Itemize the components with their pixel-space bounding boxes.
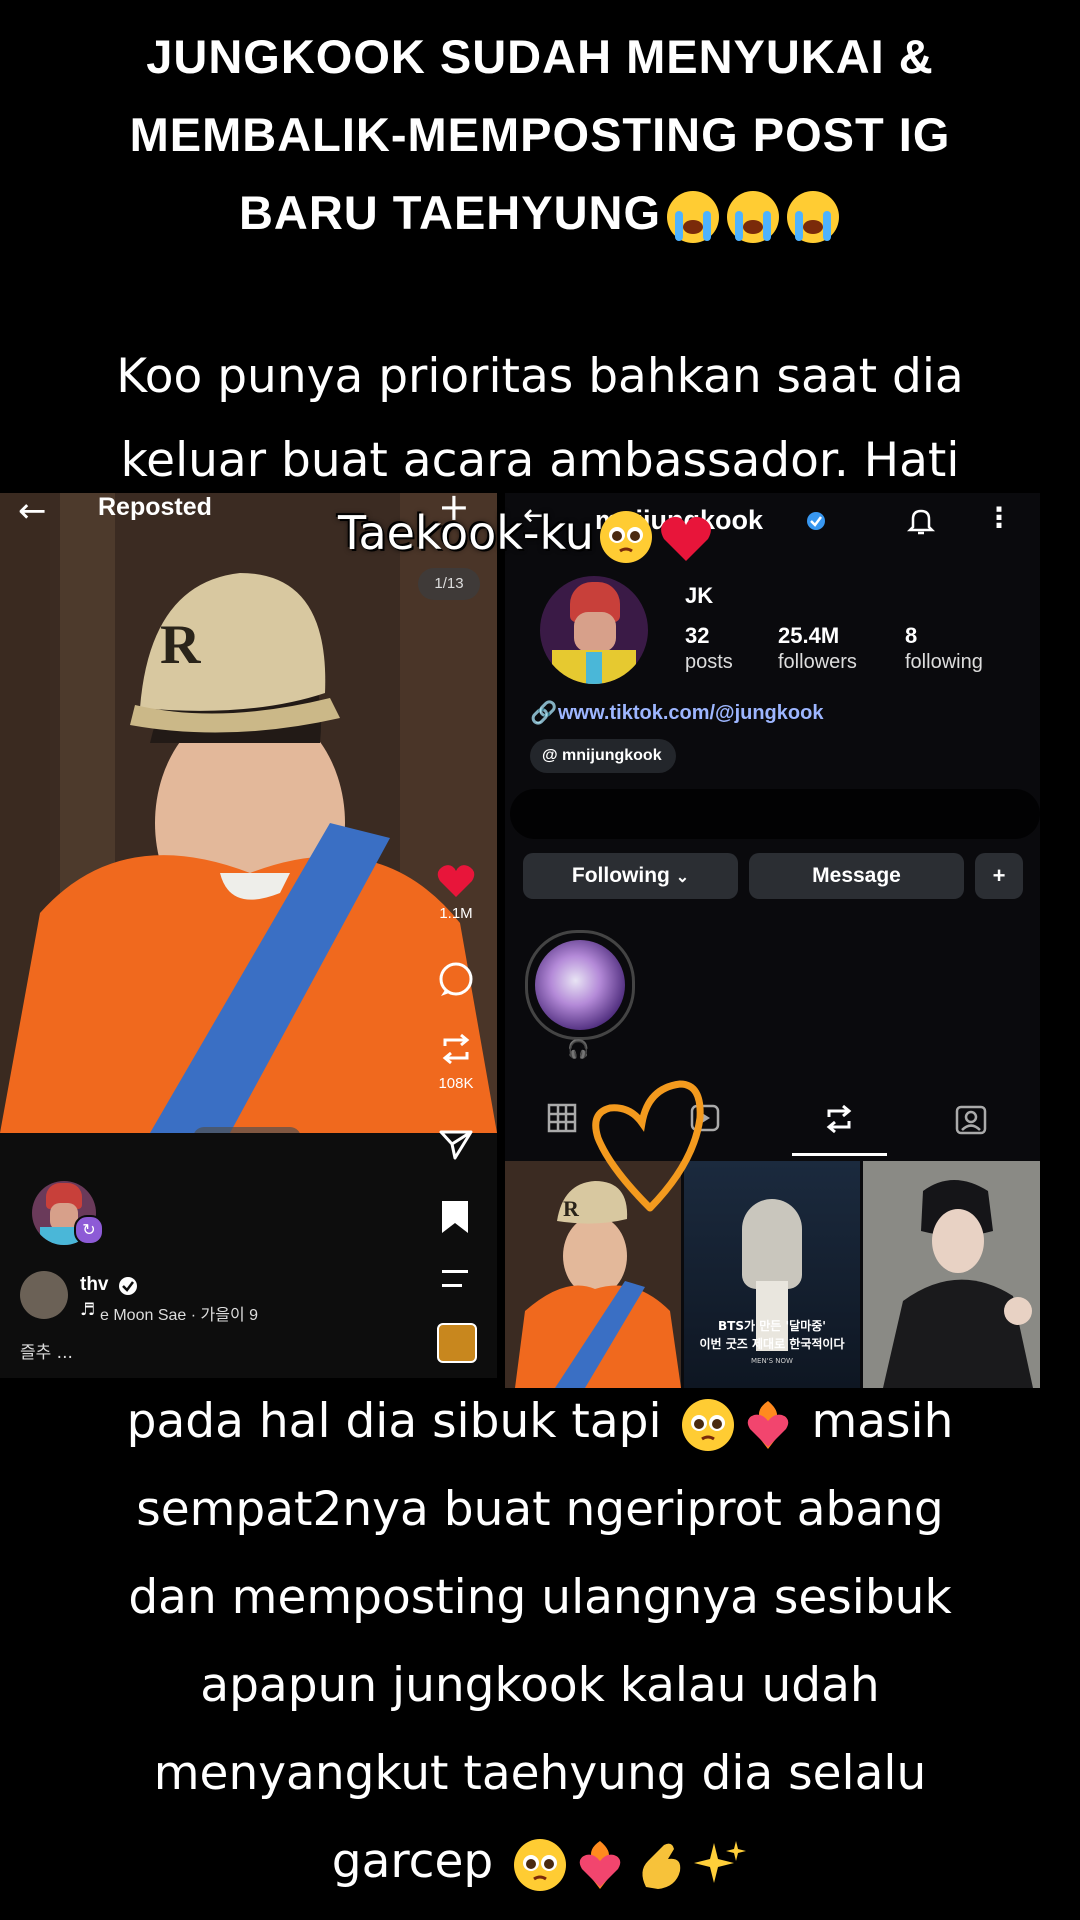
verified-badge-icon	[807, 512, 825, 530]
profile-name: JK	[685, 583, 714, 608]
person-thumbnail	[883, 1180, 1033, 1388]
headphones-icon: 🎧	[567, 1039, 590, 1060]
threads-icon: @	[542, 747, 563, 764]
posts-label: posts	[685, 651, 733, 673]
likes-count: 1.1M	[439, 905, 473, 922]
scribbled-bio	[510, 789, 1040, 839]
comment-icon[interactable]	[437, 960, 475, 998]
following-label[interactable]: following	[905, 651, 983, 674]
post-title: Reposted	[98, 493, 212, 521]
more-options-icon[interactable]: ⋮	[985, 501, 1013, 534]
red-heart-emoji-icon	[660, 516, 711, 561]
svg-text:R: R	[160, 614, 201, 676]
caption-bottom-line-6-text: garcep	[331, 1834, 494, 1889]
threads-badge[interactable]: @ mnijungkook	[530, 739, 676, 773]
carousel-dots	[193, 1127, 301, 1133]
grid-tab-icon[interactable]	[547, 1103, 577, 1133]
arrow-left-icon[interactable]: ←	[18, 493, 47, 531]
tagged-tab-icon[interactable]	[955, 1103, 987, 1135]
bookmark-icon[interactable]	[440, 1199, 470, 1235]
heart-on-fire-emoji-icon	[748, 1400, 789, 1449]
caption-bottom-line-1-text: pada hal dia sibuk tapi	[126, 1394, 662, 1449]
music-album-thumbnail[interactable]	[437, 1323, 477, 1363]
music-title[interactable]: e Moon Sae · 가을이 9	[100, 1301, 265, 1325]
threads-username: mnijungkook	[562, 747, 662, 764]
crying-face-emoji-icon	[667, 190, 720, 243]
sparkles-emoji-icon	[694, 1840, 747, 1883]
overlay-caption-text: Taekook-ku	[338, 506, 594, 560]
svg-text:R: R	[563, 1196, 580, 1221]
caption-bottom-line-5: menyangkut taehyung dia selalu	[153, 1746, 927, 1801]
caption-bottom-line-3: dan memposting ulangnya sesibuk	[128, 1570, 952, 1625]
crying-face-emoji-icon	[787, 190, 840, 243]
heart-doodle-icon	[592, 1080, 704, 1212]
share-send-icon[interactable]	[438, 1126, 474, 1162]
caption-bottom-line-6: garcep	[0, 1818, 1080, 1906]
story-highlight[interactable]	[525, 930, 635, 1040]
image-counter: 1/13	[418, 568, 480, 600]
followers-count[interactable]: 25.4M	[778, 623, 839, 649]
caption-bottom-line-4: apapun jungkook kalau udah	[200, 1658, 880, 1713]
headline-line-3-text: BARU TAEHYUNG	[238, 186, 662, 239]
active-tab-indicator	[792, 1153, 887, 1156]
grid-post-3[interactable]	[863, 1161, 1040, 1388]
reposted-post-panel: R ← Reposted + 1/13 1.1M 108K ↻ thv ♬ e …	[0, 493, 497, 1378]
moon-jar-image	[742, 1199, 802, 1289]
caption-top-line-1: Koo punya prioritas bahkan saat dia	[116, 349, 964, 404]
profile-link[interactable]: www.tiktok.com/@jungkook	[558, 702, 823, 725]
profile-panel: ← mnijungkook ⋮ JK 32 posts 25.4M follow…	[505, 493, 1040, 1388]
pleading-face-emoji-icon	[514, 1838, 567, 1891]
headline: JUNGKOOK SUDAH MENYUKAI & MEMBALIK-MEMPO…	[0, 18, 1080, 252]
following-button[interactable]: Following ⌄	[523, 853, 738, 899]
pleading-face-emoji-icon	[599, 510, 652, 563]
repost-icon[interactable]	[437, 1030, 475, 1068]
headline-line-2: MEMBALIK-MEMPOSTING POST IG	[129, 108, 951, 161]
reposts-tab-icon[interactable]	[823, 1103, 855, 1135]
author-username[interactable]: thv	[80, 1274, 109, 1296]
chevron-down-icon: ⌄	[675, 869, 690, 886]
followers-label[interactable]: followers	[778, 651, 857, 674]
posts-count: 32	[685, 623, 710, 648]
profile-avatar[interactable]	[540, 576, 648, 684]
link-icon: 🔗	[530, 701, 558, 726]
grid-post-2[interactable]: BTS가 만든 '달마중' 이번 굿즈 제대로 한국적이다 MEN'S NOW	[684, 1161, 860, 1388]
heart-like-icon[interactable]	[436, 863, 476, 899]
tile-brand: MEN'S NOW	[751, 1357, 793, 1365]
headline-line-3: BARU TAEHYUNG	[0, 174, 1080, 252]
overlay-caption: Taekook-ku	[338, 506, 714, 565]
tile-subheadline: 이번 굿즈 제대로 한국적이다	[699, 1337, 845, 1351]
music-note-icon: ♬	[80, 1300, 96, 1320]
caption-bottom-line-1: pada hal dia sibuk tapi masih	[0, 1378, 1080, 1466]
caption-bottom-line-1b: masih	[811, 1394, 954, 1449]
caption-top-line-2: keluar buat acara ambassador. Hati	[120, 433, 960, 488]
heart-on-fire-emoji-icon	[579, 1840, 621, 1889]
caption-top: Koo punya prioritas bahkan saat dia kelu…	[0, 335, 1080, 503]
reposts-count: 108K	[438, 1075, 474, 1092]
caption-bottom: pada hal dia sibuk tapi masih sempat2nya…	[0, 1378, 1080, 1906]
caption-bottom-line-2: sempat2nya buat ngeriprot abang	[136, 1482, 944, 1537]
add-person-icon[interactable]: +	[975, 853, 1023, 899]
headline-line-1: JUNGKOOK SUDAH MENYUKAI &	[146, 30, 934, 83]
post-caption: 즐추 ...	[20, 1343, 73, 1363]
post-photo[interactable]: R ← Reposted + 1/13	[0, 493, 497, 1133]
message-button[interactable]: Message	[749, 853, 964, 899]
tile-headline: BTS가 만든 '달마중'	[718, 1319, 826, 1333]
crying-face-emoji-icon	[727, 190, 780, 243]
menu-lines-icon[interactable]	[440, 1268, 470, 1290]
following-button-label: Following	[571, 864, 670, 887]
pleading-face-emoji-icon	[682, 1398, 735, 1451]
repost-badge-icon: ↻	[74, 1215, 104, 1245]
verified-badge-icon	[119, 1277, 137, 1295]
notification-bell-icon[interactable]	[905, 505, 937, 537]
pinching-hand-emoji-icon	[642, 1843, 681, 1889]
author-avatar[interactable]	[20, 1271, 68, 1319]
following-count[interactable]: 8	[905, 623, 917, 649]
